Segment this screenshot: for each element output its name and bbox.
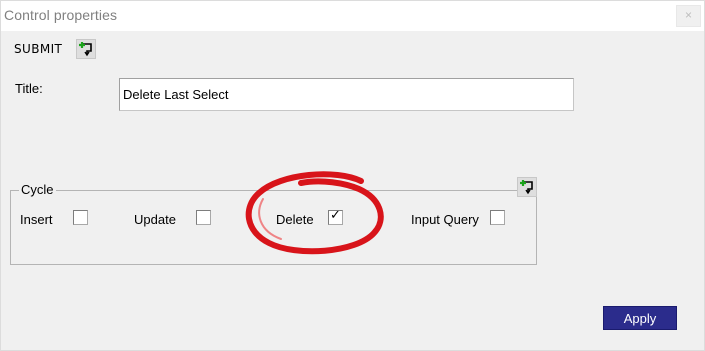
control-properties-dialog: Control properties × SUBMIT Title: Cycle… xyxy=(0,0,705,351)
input-query-label: Input Query xyxy=(411,212,479,227)
window-title: Control properties xyxy=(4,7,118,23)
add-query-icon xyxy=(520,180,533,195)
add-query-icon xyxy=(79,42,92,57)
update-checkbox[interactable] xyxy=(196,210,211,225)
title-bar: Control properties × xyxy=(1,1,704,31)
title-input[interactable] xyxy=(119,78,574,111)
apply-button[interactable]: Apply xyxy=(603,306,677,330)
submit-add-query-icon[interactable] xyxy=(76,39,96,59)
input-query-checkbox[interactable] xyxy=(490,210,505,225)
cycle-legend: Cycle xyxy=(19,182,56,197)
submit-label: SUBMIT xyxy=(14,42,63,56)
close-icon: × xyxy=(684,8,692,22)
update-label: Update xyxy=(134,212,176,227)
insert-checkbox[interactable] xyxy=(73,210,88,225)
insert-label: Insert xyxy=(20,212,53,227)
close-button[interactable]: × xyxy=(676,5,701,27)
title-label: Title: xyxy=(15,81,43,96)
cycle-add-query-icon[interactable] xyxy=(517,177,537,197)
red-circle-annotation xyxy=(245,171,384,255)
